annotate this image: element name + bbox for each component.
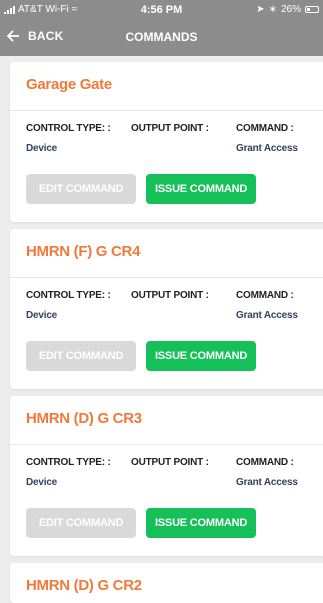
command-card: Garage Gate CONTROL TYPE: : OUTPUT POINT… [10,62,323,222]
battery-percent: 26% [280,4,301,15]
command-label: COMMAND : [236,457,294,468]
output-point-label: OUTPUT POINT : [131,290,209,301]
page-title: COMMANDS [125,30,198,44]
control-type-label: CONTROL TYPE: : [26,123,111,134]
control-type-label: CONTROL TYPE: : [26,457,111,468]
issue-command-button[interactable]: ISSUE COMMAND [146,174,256,204]
card-divider [10,110,323,111]
output-point-label: OUTPUT POINT : [131,457,209,468]
edit-command-button[interactable]: EDIT COMMAND [26,174,136,204]
control-type-label: CONTROL TYPE: : [26,290,111,301]
command-value: Grant Access [236,477,298,488]
command-name: HMRN (F) G CR4 [26,243,141,260]
battery-icon [305,6,319,13]
command-label: COMMAND : [236,290,294,301]
edit-command-button[interactable]: EDIT COMMAND [26,508,136,538]
output-point-label: OUTPUT POINT : [131,123,209,134]
control-type-value: Device [26,310,58,321]
status-bar: AT&T Wi-Fi ≈ 4:56 PM ➤ ∗ 26% [0,0,323,20]
status-right: ➤ ∗ 26% [256,4,319,15]
command-card: HMRN (F) G CR4 CONTROL TYPE: : OUTPUT PO… [10,229,323,389]
command-name: HMRN (D) G CR2 [26,577,142,594]
control-type-value: Device [26,477,58,488]
bluetooth-icon: ∗ [268,4,277,15]
nav-bar: BACK COMMANDS [0,20,323,56]
issue-command-button[interactable]: ISSUE COMMAND [146,508,256,538]
command-value: Grant Access [236,310,298,321]
command-card: HMRN (D) G CR3 CONTROL TYPE: : OUTPUT PO… [10,396,323,556]
card-divider [10,277,323,278]
edit-command-button[interactable]: EDIT COMMAND [26,341,136,371]
card-divider [10,444,323,445]
control-type-value: Device [26,143,58,154]
issue-command-button[interactable]: ISSUE COMMAND [146,341,256,371]
location-icon: ➤ [256,4,265,15]
command-value: Grant Access [236,143,298,154]
command-name: HMRN (D) G CR3 [26,410,142,427]
command-label: COMMAND : [236,123,294,134]
command-card: HMRN (D) G CR2 [10,563,323,603]
command-name: Garage Gate [26,76,112,93]
